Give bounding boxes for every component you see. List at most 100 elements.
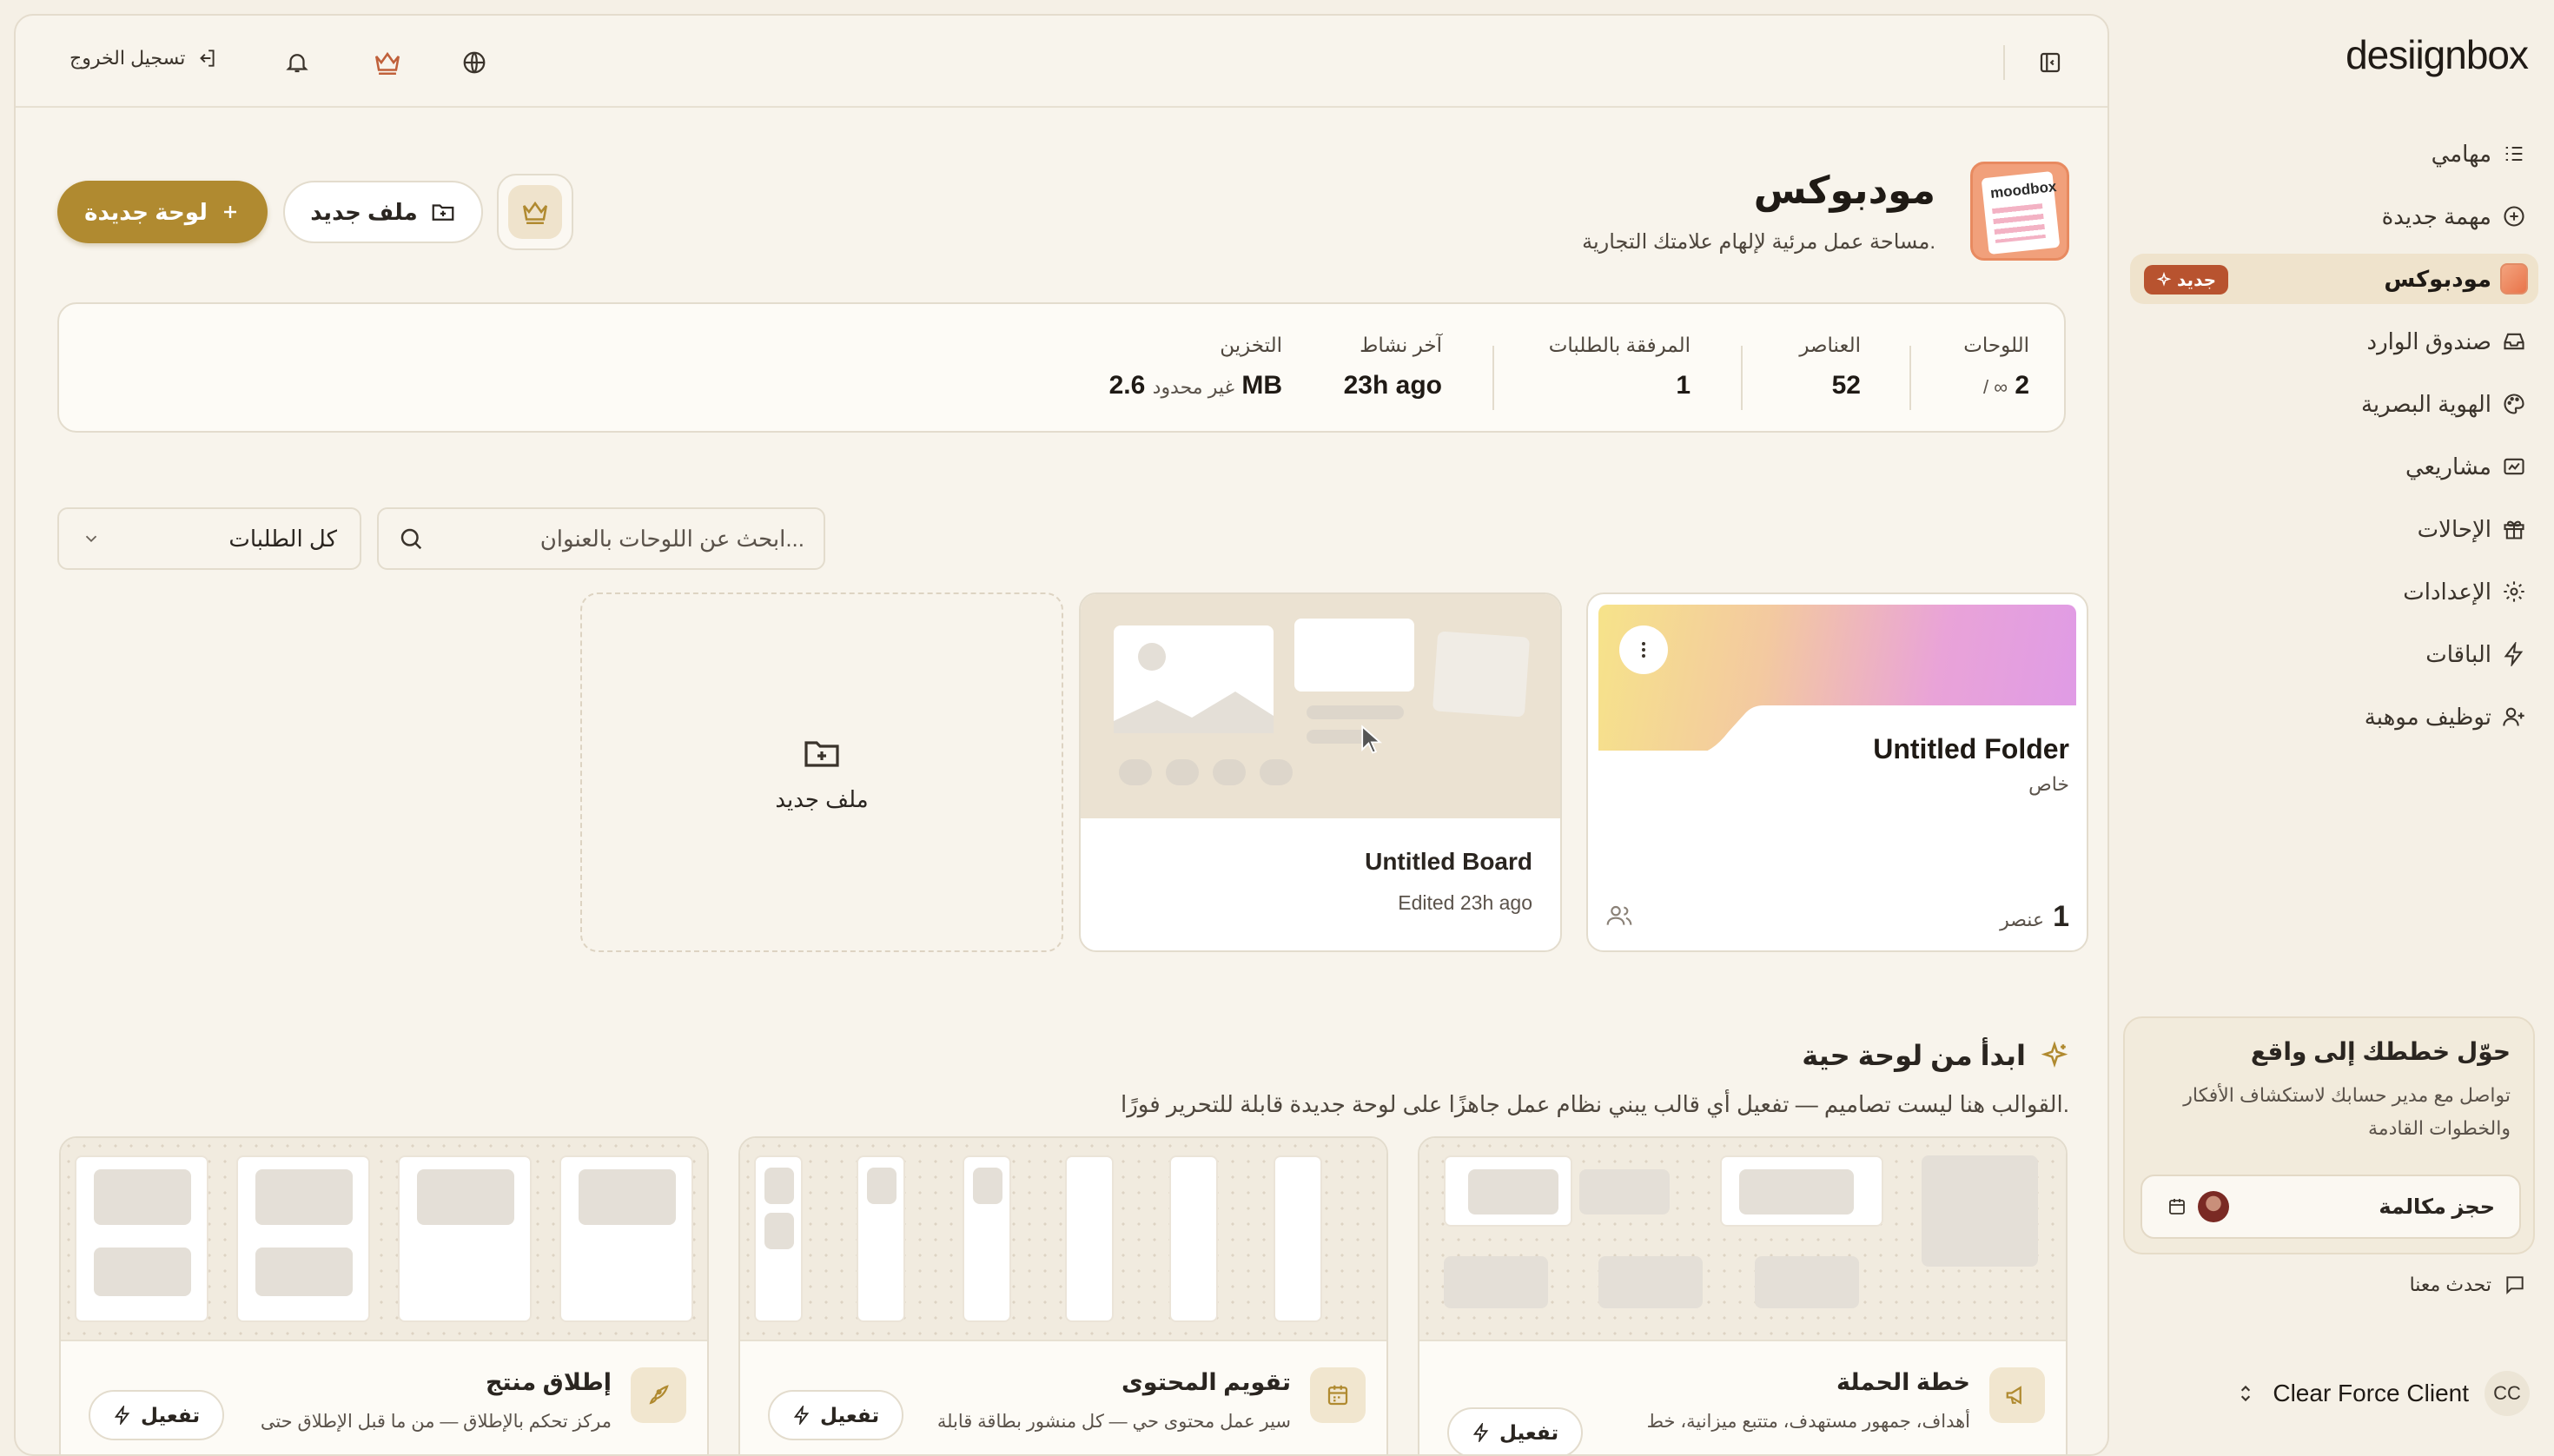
crown-icon [522,201,548,225]
folder-plus-icon [804,740,839,767]
template-preview [61,1138,707,1340]
template-description: مركز تحكم بالإطلاق — من ما قبل الإطلاق ح… [260,1412,612,1432]
template-title: خطة الحملة [1836,1369,1970,1395]
new-board-label: لوحة جديدة [84,198,208,225]
new-board-button[interactable]: لوحة جديدة [57,181,268,243]
logout-button[interactable]: تسجيل الخروج [69,47,218,69]
account-name: Clear Force Client [2273,1380,2469,1406]
activate-button[interactable]: تفعيل [1447,1407,1584,1454]
sidebar-item-my-tasks[interactable]: مهامي [2130,129,2538,179]
sidebar-item-inbox[interactable]: صندوق الوارد [2130,316,2538,367]
activate-button[interactable]: تفعيل [89,1390,225,1440]
logout-label: تسجيل الخروج [69,47,186,69]
avatar: CC [2485,1371,2530,1416]
sidebar-item-label: مهمة جديدة [2381,202,2491,229]
stat-storage: التخزين غير محدود 2.6 MB [1108,334,1282,400]
cursor-icon [1361,725,1382,754]
sidebar-item-label: الباقات [2425,640,2491,667]
template-card-product-launch[interactable]: إطلاق منتج مركز تحكم بالإطلاق — من ما قب… [59,1136,709,1454]
more-options-icon[interactable] [1619,625,1668,674]
top-bar: تسجيل الخروج [16,16,2107,108]
template-card-content-calendar[interactable]: تقويم المحتوى سير عمل محتوى حي — كل منشو… [738,1136,1388,1454]
sidebar-item-moodbox[interactable]: مودبوكس جديد [2130,254,2538,304]
new-folder-button[interactable]: ملف جديد [283,181,483,243]
calendar-icon [2169,1199,2185,1214]
sidebar-item-label: الإحالات [2417,515,2491,542]
stat-boards: اللوحات / ∞ 2 [1963,334,2029,400]
template-card-campaign-plan[interactable]: خطة الحملة أهداف، جمهور مستهدف، متتبع مي… [1418,1136,2068,1454]
stat-items: العناصر 52 [1799,334,1861,400]
stats-bar: اللوحات / ∞ 2 العناصر 52 المرفقة بالطلبا… [57,302,2066,433]
folder-title: Untitled Folder [1873,733,2069,764]
account-switcher[interactable]: CC Clear Force Client [2123,1364,2535,1423]
sidebar-item-label: مودبوكس [2384,265,2491,292]
page-title: مودبوكس [1753,169,1935,212]
chat-with-us-link[interactable]: تحدث معنا [2410,1274,2526,1296]
new-folder-card[interactable]: ملف جديد [580,592,1063,952]
sidebar-item-label: الإعدادات [2403,578,2491,605]
sidebar-item-brand-identity[interactable]: الهوية البصرية [2130,379,2538,429]
people-icon [1606,905,1632,925]
rocket-icon [631,1367,686,1423]
bolt-icon [2500,640,2528,668]
template-description: أهداف، جمهور مستهدف، متتبع ميزانية، خط [1646,1412,1970,1432]
activate-button[interactable]: تفعيل [768,1390,904,1440]
sparkle-icon [2041,1041,2068,1068]
requests-filter-value: كل الطلبات [228,525,337,552]
inbox-icon [2500,328,2528,355]
board-card[interactable]: Untitled Board Edited 23h ago [1079,592,1562,952]
new-folder-card-label: ملف جديد [775,785,869,812]
templates-section-title: ابدأ من لوحة حية [1802,1039,2069,1072]
requests-filter-select[interactable]: كل الطلبات [57,507,361,570]
sidebar-item-hire-talent[interactable]: توظيف موهبة [2130,692,2538,742]
board-title: Untitled Board [1365,848,1532,875]
board-thumbnail [1081,594,1560,818]
user-plus-icon [2500,703,2528,731]
calendar-icon [1310,1367,1366,1423]
book-call-button[interactable]: حجز مكالمة [2140,1175,2521,1239]
stat-attached: المرفقة بالطلبات 1 [1548,334,1691,400]
page-subtitle: مساحة عمل مرئية لإلهام علامتك التجارية. [1582,230,1935,254]
divider [2003,45,2005,80]
tasks-icon [2500,140,2528,168]
search-box[interactable] [377,507,825,570]
sidebar-item-my-projects[interactable]: مشاريعي [2130,441,2538,492]
upgrade-button[interactable] [497,174,573,250]
crown-icon[interactable] [370,45,405,80]
sidebar-item-label: صندوق الوارد [2366,328,2491,354]
palette-icon [2500,390,2528,418]
sidebar-item-label: توظيف موهبة [2364,703,2491,730]
template-preview [740,1138,1386,1340]
chevron-down-icon [85,535,97,543]
logout-icon [200,50,215,67]
sidebar-item-referrals[interactable]: الإحالات [2130,504,2538,554]
globe-icon[interactable] [457,45,492,80]
templates-section-subtitle: القوالب هنا ليست تصاميم — تفعيل أي قالب … [1121,1091,2069,1117]
template-preview [1419,1138,2066,1340]
folder-item-count: 1 عنصر [2000,900,2069,933]
search-input[interactable] [440,525,804,553]
sparkle-icon [2156,272,2172,287]
sidebar-item-new-task[interactable]: مهمة جديدة [2130,191,2538,242]
gear-icon [2500,578,2528,606]
bell-icon[interactable] [280,45,314,80]
folder-card[interactable]: Untitled Folder خاص 1 عنصر [1586,592,2088,952]
template-title: إطلاق منتج [485,1369,612,1395]
sidebar-item-plans[interactable]: الباقات [2130,629,2538,679]
plus-icon [223,206,236,218]
account-manager-avatar [2198,1191,2229,1222]
moodbox-icon [2500,263,2528,295]
app-logo[interactable]: desiignbox [2346,31,2529,78]
folder-plus-icon [432,204,454,221]
bolt-icon [114,1406,130,1425]
sidebar-item-label: مشاريعي [2405,453,2491,480]
sidebar-item-settings[interactable]: الإعدادات [2130,566,2538,617]
projects-icon [2500,453,2528,480]
main-panel: تسجيل الخروج moodbox مودبوكس مساحة عمل م… [14,14,2109,1456]
book-call-label: حجز مكالمة [2379,1195,2495,1219]
template-title: تقويم المحتوى [1122,1369,1291,1395]
plus-circle-icon [2500,202,2528,230]
sidebar-toggle-icon[interactable] [2033,45,2068,80]
gift-icon [2500,515,2528,543]
chevron-up-down-icon [2241,1385,2251,1402]
